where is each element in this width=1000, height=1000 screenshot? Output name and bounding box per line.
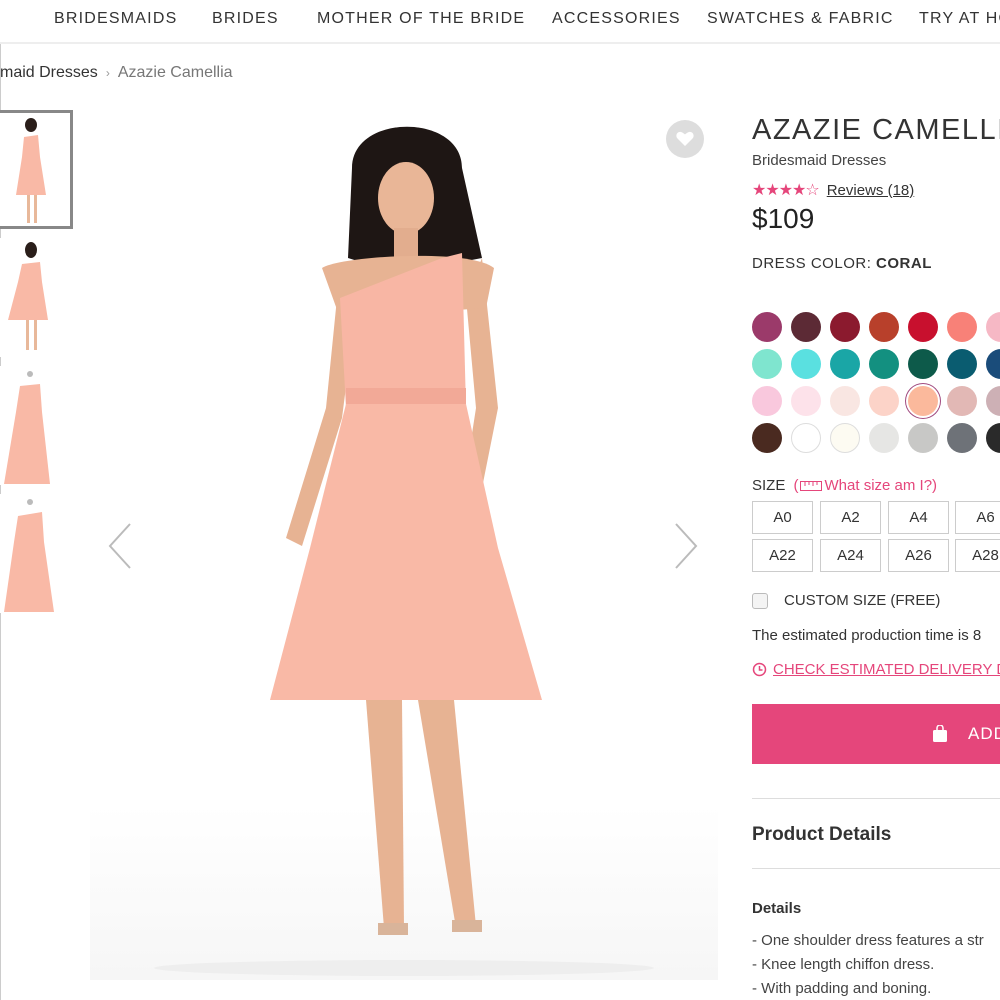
product-title: AZAZIE CAMELLIA <box>752 114 1000 146</box>
thumbnail-mannequin-front[interactable] <box>0 366 73 485</box>
color-swatch[interactable] <box>830 312 860 342</box>
product-price: $109 <box>752 203 815 234</box>
dress-color-title: DRESS COLOR: <box>752 255 872 272</box>
chevron-right-icon <box>675 523 698 569</box>
check-delivery-text: CHECK ESTIMATED DELIVERY DA <box>773 661 1000 678</box>
details-heading: Details <box>752 900 802 917</box>
favorite-button[interactable] <box>666 120 704 158</box>
divider <box>752 798 1000 799</box>
breadcrumb-parent-link[interactable]: maid Dresses <box>0 64 98 81</box>
star-rating-icon: ★★★★☆ <box>752 182 820 199</box>
color-swatch[interactable] <box>752 423 782 453</box>
size-button-a4[interactable]: A4 <box>888 501 949 534</box>
detail-line: - Knee length chiffon dress. <box>752 956 935 973</box>
detail-line: - One shoulder dress features a str <box>752 932 984 949</box>
color-swatch[interactable] <box>830 423 860 453</box>
dress-color-value: CORAL <box>876 255 932 272</box>
color-swatch[interactable] <box>908 423 938 453</box>
detail-line: - With padding and boning. <box>752 980 932 997</box>
thumbnail-mannequin-side[interactable] <box>0 494 73 613</box>
top-navigation: BRIDESMAIDS BRIDES MOTHER OF THE BRIDE A… <box>0 0 1000 44</box>
shopping-bag-icon <box>933 725 947 742</box>
custom-size-checkbox[interactable] <box>752 592 768 609</box>
color-swatch[interactable] <box>986 386 1000 416</box>
breadcrumb-separator: › <box>105 66 110 80</box>
divider <box>752 868 1000 869</box>
color-swatch[interactable] <box>986 312 1000 342</box>
breadcrumb: maid Dresses › Azazie Camellia <box>0 64 233 82</box>
dress-color-label: DRESS COLOR: CORAL <box>752 255 932 272</box>
production-time-text: The estimated production time is 8 <box>752 627 982 644</box>
size-label-row: SIZE ( What size am I?) <box>752 477 937 494</box>
check-delivery-link[interactable]: CHECK ESTIMATED DELIVERY DA <box>752 661 1000 678</box>
size-button-a24[interactable]: A24 <box>820 539 881 572</box>
color-swatch[interactable] <box>869 423 899 453</box>
rating-row: ★★★★☆ Reviews (18) <box>752 180 914 200</box>
size-button-a26[interactable]: A26 <box>888 539 949 572</box>
color-swatch[interactable] <box>947 386 977 416</box>
breadcrumb-current: Azazie Camellia <box>117 64 233 81</box>
size-button-a2[interactable]: A2 <box>820 501 881 534</box>
nav-brides[interactable]: BRIDES <box>212 10 279 28</box>
prev-image-button[interactable] <box>106 520 134 572</box>
color-swatch[interactable] <box>830 349 860 379</box>
size-help-paren: ( <box>793 477 799 494</box>
next-image-button[interactable] <box>672 520 700 572</box>
color-swatch[interactable] <box>752 349 782 379</box>
size-label: SIZE <box>752 477 786 494</box>
main-product-image[interactable] <box>90 108 718 980</box>
color-swatch[interactable] <box>791 423 821 453</box>
product-category: Bridesmaid Dresses <box>752 152 887 169</box>
thumbnail-back[interactable] <box>0 238 73 357</box>
color-swatch[interactable] <box>947 312 977 342</box>
size-button-a22[interactable]: A22 <box>752 539 813 572</box>
color-swatch[interactable] <box>752 386 782 416</box>
ruler-icon <box>799 481 822 492</box>
color-swatch[interactable] <box>947 349 977 379</box>
nav-bridesmaids[interactable]: BRIDESMAIDS <box>54 10 177 28</box>
color-swatch[interactable] <box>986 349 1000 379</box>
nav-mother-of-the-bride[interactable]: MOTHER OF THE BRIDE <box>317 10 525 28</box>
thumbnail-front[interactable] <box>0 110 73 229</box>
color-swatch[interactable] <box>791 386 821 416</box>
color-swatch[interactable] <box>830 386 860 416</box>
custom-size-option: CUSTOM SIZE (FREE) <box>752 592 940 609</box>
nav-swatches-fabric[interactable]: SWATCHES & FABRIC <box>707 10 894 28</box>
product-details-heading[interactable]: Product Details <box>752 824 891 846</box>
size-help-text: What size am I?) <box>824 477 938 494</box>
color-swatch[interactable] <box>947 423 977 453</box>
color-swatch[interactable] <box>752 312 782 342</box>
nav-accessories[interactable]: ACCESSORIES <box>552 10 681 28</box>
color-swatch[interactable] <box>791 349 821 379</box>
add-to-bag-label: ADD <box>968 724 1000 743</box>
color-swatch[interactable] <box>908 386 938 416</box>
color-swatch[interactable] <box>869 386 899 416</box>
color-swatch[interactable] <box>869 349 899 379</box>
size-button-a6[interactable]: A6 <box>955 501 1000 534</box>
heart-icon <box>676 131 694 146</box>
color-swatch[interactable] <box>986 423 1000 453</box>
size-button-a28[interactable]: A28 <box>955 539 1000 572</box>
reviews-link[interactable]: Reviews (18) <box>827 182 915 199</box>
chevron-left-icon <box>108 523 131 569</box>
color-swatch[interactable] <box>908 312 938 342</box>
color-swatch[interactable] <box>791 312 821 342</box>
custom-size-label: CUSTOM SIZE (FREE) <box>784 592 941 609</box>
color-swatch[interactable] <box>908 349 938 379</box>
add-to-bag-button[interactable]: ADD <box>752 704 1000 764</box>
nav-try-at-home[interactable]: TRY AT HO <box>919 10 1000 28</box>
color-swatch[interactable] <box>869 312 899 342</box>
size-button-a0[interactable]: A0 <box>752 501 813 534</box>
clock-icon <box>752 662 767 677</box>
size-help-link[interactable]: ( What size am I?) <box>794 477 938 494</box>
